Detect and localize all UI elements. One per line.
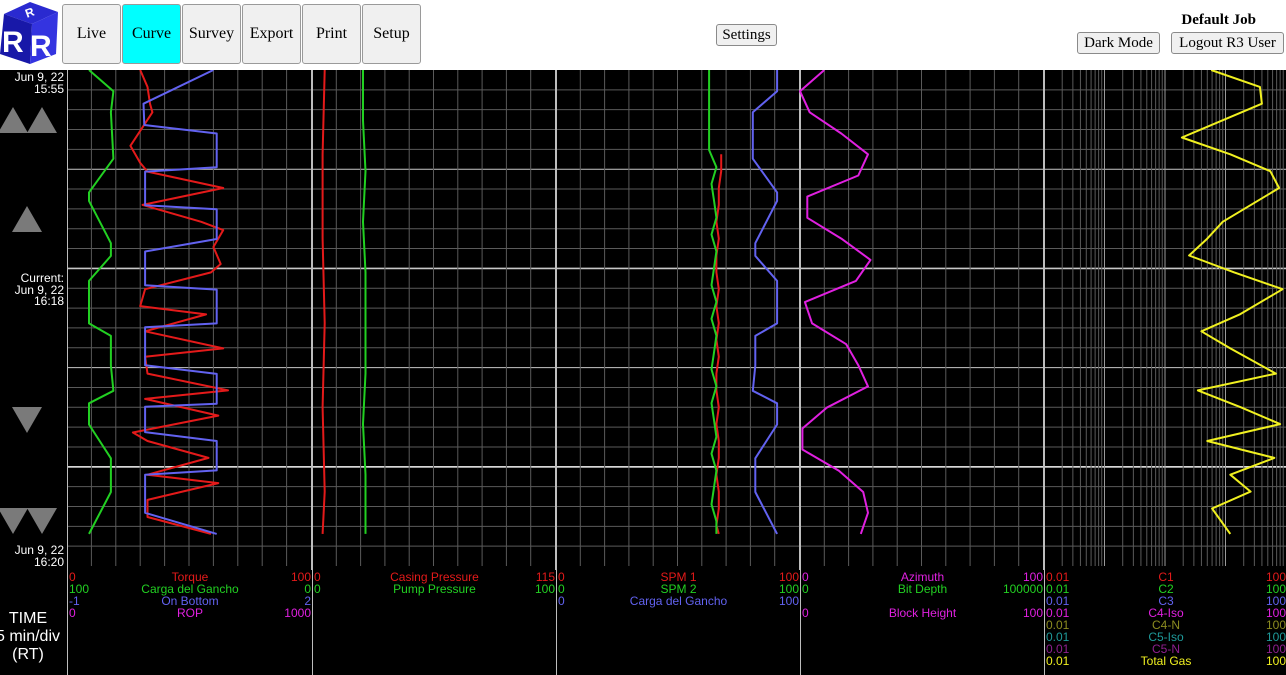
nav-setup-button[interactable]: Setup [362, 4, 421, 64]
time-axis-label: TIME [8, 610, 48, 627]
legend-row[interactable]: 0 Bit Depth 100000 [802, 583, 1043, 595]
svg-text:R: R [2, 26, 24, 59]
time-scale-label[interactable]: 5 min/div [0, 628, 64, 646]
time-bottom-time: 16:20 [33, 555, 64, 569]
time-mode-label: (RT) [12, 646, 44, 663]
nav-print-button[interactable]: Print [302, 4, 361, 64]
time-top-time: 15:55 [33, 82, 64, 96]
legend-row[interactable]: 0.01 Total Gas 100 [1046, 655, 1286, 667]
top-toolbar: R R R Live Curve Survey Export Print Set… [0, 0, 1286, 70]
legend-max: 1000 [284, 606, 311, 620]
job-title: Default Job [1181, 12, 1256, 28]
scroll-up-icon[interactable] [12, 206, 42, 232]
legend-row[interactable]: 0 Pump Pressure 100 [314, 583, 555, 595]
legend-max: 100 [778, 594, 799, 608]
logout-button[interactable]: Logout R3 User [1171, 32, 1284, 54]
legend-max: 100000 [1002, 582, 1043, 596]
page-up-icon[interactable] [0, 107, 28, 133]
legend-name: ROP [176, 606, 203, 620]
legend-row[interactable]: 0 ROP 1000 [69, 607, 311, 619]
scroll-down-icon[interactable] [12, 407, 42, 433]
legend-name: Carga del Gancho [629, 594, 728, 608]
legend-track-1: 0 Torque 100 100 Carga del Gancho 0 -1 On Botto… [67, 570, 311, 675]
dark-mode-button[interactable]: Dark Mode [1077, 32, 1160, 54]
svg-text:R: R [30, 30, 52, 63]
current-time: 16:18 [33, 294, 64, 308]
chart-legend: 0 Torque 100 100 Carga del Gancho 0 -1 On Botto… [67, 570, 1286, 675]
legend-name: Block Height [888, 606, 957, 620]
legend-max: 100 [534, 582, 555, 596]
nav-export-button[interactable]: Export [242, 4, 301, 64]
legend-row[interactable]: 0 Carga del Gancho 100 [558, 595, 799, 607]
legend-name: Pump Pressure [393, 582, 476, 596]
chart-background [67, 70, 1286, 570]
nav-live-button[interactable]: Live [62, 4, 121, 64]
legend-track-3: 0 SPM 1 100 0 SPM 2 100 0 Carga del Gancho 100 [556, 570, 799, 675]
legend-max: 100 [1265, 654, 1286, 668]
nav-curve-button[interactable]: Curve [122, 4, 181, 64]
page-down-icon[interactable] [0, 508, 28, 534]
legend-track-5: 0.01 C1 100 0.01 C2 100 0.01 C3 100 0.01 C4-Iso 100… [1044, 570, 1286, 675]
legend-row[interactable]: 0 Block Height 100 [802, 607, 1043, 619]
logo-cube-icon: R R R [0, 2, 58, 64]
nav-survey-button[interactable]: Survey [182, 4, 241, 64]
legend-track-4: 0 Azimuth 100 0 Bit Depth 100000 0 Block Height… [800, 570, 1043, 675]
page-up-icon-2[interactable] [27, 107, 57, 133]
settings-button[interactable]: Settings [716, 24, 777, 46]
legend-track-2: 0 Casing Pressure 115 0 Pump Pressure 100 [312, 570, 555, 675]
page-down-icon-2[interactable] [27, 508, 57, 534]
legend-name: Total Gas [1140, 654, 1192, 668]
time-axis-panel: Jun 9, 22 15:55 Current: Jun 9, 22 16:18… [0, 70, 67, 675]
legend-max: 100 [1022, 606, 1043, 620]
curve-chart[interactable] [67, 70, 1286, 570]
